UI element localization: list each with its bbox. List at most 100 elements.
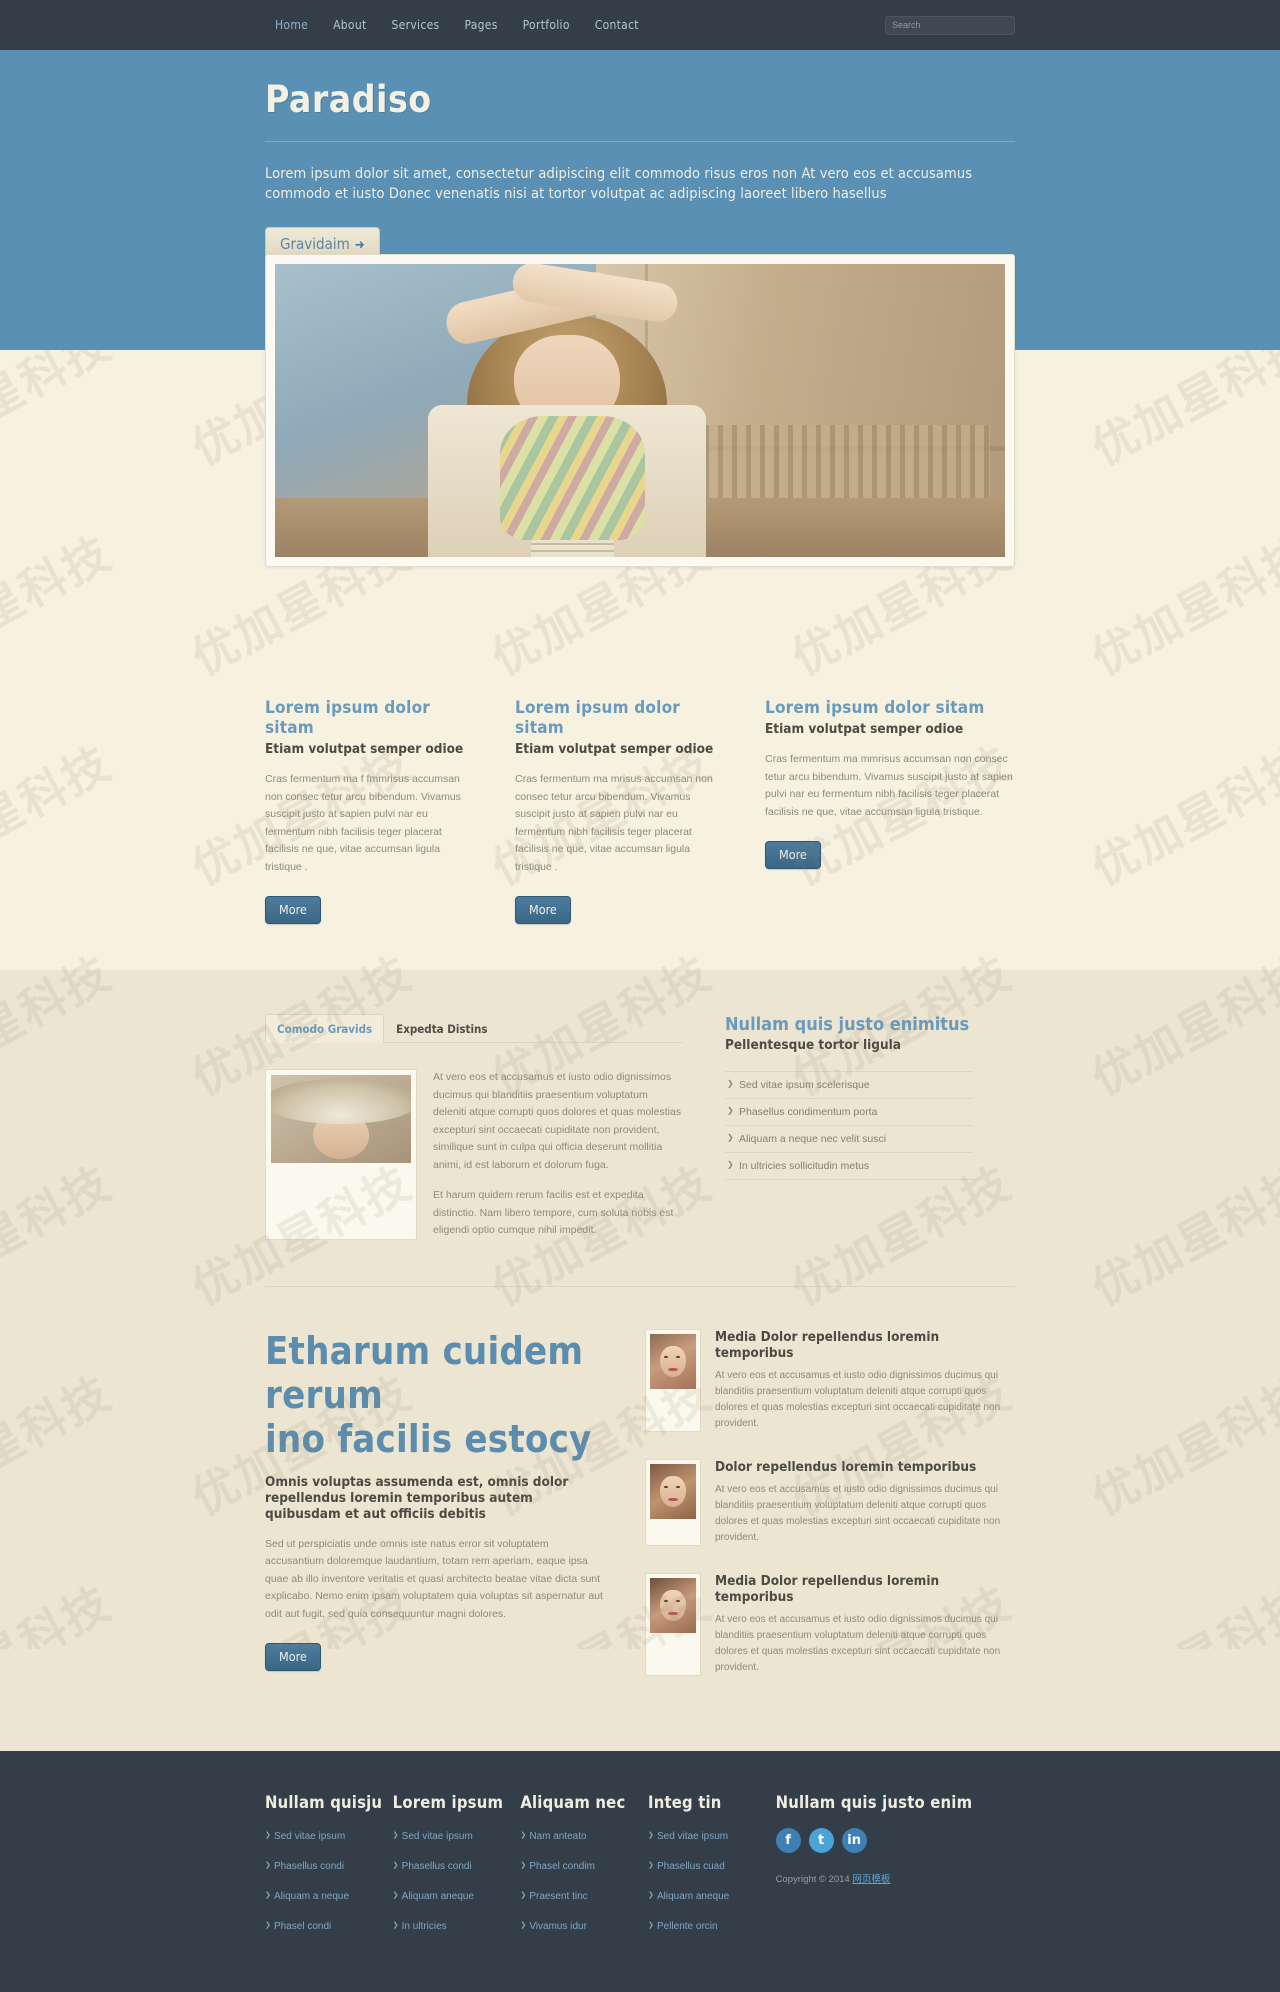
news-title[interactable]: Media Dolor repellendus loremin temporib… — [715, 1329, 1015, 1361]
copyright-link[interactable]: 网页模板 — [852, 1874, 890, 1885]
nav-item-contact[interactable]: Contact — [585, 13, 649, 37]
list-item: In ultricies — [393, 1916, 521, 1934]
tab-comodo-gravids[interactable]: Comodo Gravids — [265, 1014, 385, 1043]
news-thumbnail — [650, 1463, 696, 1519]
news-title[interactable]: Media Dolor repellendus loremin temporib… — [715, 1573, 1015, 1605]
twitter-icon[interactable]: t — [808, 1827, 834, 1853]
footer-link[interactable]: Sed vitae ipsum — [265, 1831, 345, 1842]
footer-link-list: Nam anteato Phasel condim Praesent tinc … — [520, 1826, 648, 1934]
feature-more-button[interactable]: More — [765, 841, 821, 869]
feature-column: Lorem ipsum dolor sitam Etiam volutpat s… — [765, 698, 1015, 924]
list-item: Phasel condim — [520, 1856, 648, 1874]
tab-image-hat — [271, 1078, 411, 1125]
footer-link[interactable]: Sed vitae ipsum — [648, 1831, 728, 1842]
news-panel: Media Dolor repellendus loremin temporib… — [645, 1328, 1015, 1703]
tabs-panel: Comodo Gravids Expedta Distins At vero e… — [265, 1014, 725, 1240]
footer-column-title: Nullam quisju — [265, 1792, 383, 1812]
tab-expedta-distins[interactable]: Expedta Distins — [384, 1014, 499, 1043]
news-text: Media Dolor repellendus loremin temporib… — [715, 1329, 1015, 1432]
sidebar-link[interactable]: Aliquam a neque nec velit susci — [725, 1126, 973, 1152]
news-thumbnail — [650, 1577, 696, 1633]
about-subtitle: Omnis voluptas assumenda est, omnis dolo… — [265, 1473, 569, 1522]
feature-title: Lorem ipsum dolor sitam — [515, 698, 681, 738]
photo-model-scarf — [500, 416, 645, 541]
list-item: Phasel condi — [265, 1916, 393, 1934]
footer-link[interactable]: Phasel condi — [265, 1921, 331, 1932]
feature-column: Lorem ipsum dolor sitam Etiam volutpat s… — [265, 698, 515, 924]
about-panel: Etharum cuidem rerum ino facilis estocy … — [265, 1329, 645, 1703]
feature-title: Lorem ipsum dolor sitam — [265, 698, 431, 738]
footer-link[interactable]: Phasellus condi — [265, 1861, 344, 1872]
top-navigation-bar: Home About Services Pages Portfolio Cont… — [0, 0, 1280, 50]
nav-item-about[interactable]: About — [323, 13, 376, 37]
nav-item-portfolio[interactable]: Portfolio — [513, 13, 580, 37]
footer-link[interactable]: Vivamus idur — [520, 1921, 587, 1932]
footer-social-title: Nullam quis justo enim — [775, 1792, 973, 1812]
site-footer: Nullam quisju Sed vitae ipsum Phasellus … — [0, 1750, 1280, 1992]
sidebar-link[interactable]: Sed vitae ipsum scelerisque — [725, 1072, 973, 1098]
list-item: Phasellus cuad — [648, 1856, 776, 1874]
news-text: Dolor repellendus loremin temporibus At … — [715, 1459, 1015, 1546]
about-more-button[interactable]: More — [265, 1643, 321, 1671]
feature-subtitle: Etiam volutpat semper odioe — [765, 721, 964, 737]
footer-link[interactable]: Aliquam aneque — [648, 1891, 729, 1902]
linkedin-icon[interactable]: in — [841, 1827, 867, 1853]
arrow-right-icon: ➜ — [354, 238, 365, 253]
news-image-frame — [645, 1572, 701, 1676]
footer-link[interactable]: Nam anteato — [520, 1831, 586, 1842]
feature-body: Cras fermentum ma mrisus accumsan non co… — [515, 773, 713, 873]
footer-column: Nullam quisju Sed vitae ipsum Phasellus … — [265, 1793, 393, 1946]
news-face — [660, 1475, 686, 1508]
news-eye-left — [663, 1355, 668, 1359]
nav-item-pages[interactable]: Pages — [454, 13, 507, 37]
news-text: Media Dolor repellendus loremin temporib… — [715, 1573, 1015, 1676]
footer-link[interactable]: Phasel condim — [520, 1861, 595, 1872]
feature-more-button[interactable]: More — [265, 896, 321, 924]
footer-column-title: Aliquam nec — [520, 1792, 626, 1812]
nav-item-home[interactable]: Home — [265, 13, 318, 37]
news-title[interactable]: Dolor repellendus loremin temporibus — [715, 1459, 1015, 1475]
news-face — [660, 1589, 686, 1622]
tab-image-frame — [265, 1069, 417, 1240]
footer-link[interactable]: In ultricies — [393, 1921, 447, 1932]
feature-more-button[interactable]: More — [515, 896, 571, 924]
footer-link[interactable]: Aliquam aneque — [393, 1891, 474, 1902]
tab-image — [271, 1075, 411, 1163]
news-body: At vero eos et accusamus et iusto odio d… — [715, 1483, 1001, 1543]
footer-link[interactable]: Sed vitae ipsum — [393, 1831, 473, 1842]
feature-column: Lorem ipsum dolor sitam Etiam volutpat s… — [515, 698, 765, 924]
about-title: Etharum cuidem rerum ino facilis estocy — [265, 1329, 605, 1461]
tab-content: At vero eos et accusamus et iusto odio d… — [265, 1069, 683, 1240]
tab-bar: Comodo Gravids Expedta Distins — [265, 1014, 683, 1043]
news-item: Media Dolor repellendus loremin temporib… — [645, 1572, 1015, 1676]
search-input[interactable]: Search — [885, 15, 1015, 35]
facebook-icon[interactable]: f — [775, 1827, 801, 1853]
search-placeholder: Search — [892, 20, 921, 30]
list-item: Praesent tinc — [520, 1886, 648, 1904]
list-item: Nam anteato — [520, 1826, 648, 1844]
footer-link[interactable]: Phasellus condi — [393, 1861, 472, 1872]
news-image-frame — [645, 1328, 701, 1432]
list-item: Sed vitae ipsum — [648, 1826, 776, 1844]
news-body: At vero eos et accusamus et iusto odio d… — [715, 1613, 1001, 1673]
news-body: At vero eos et accusamus et iusto odio d… — [715, 1369, 1001, 1429]
news-face — [660, 1345, 686, 1378]
feature-body: Cras fermentum ma f fmmrisus accumsan no… — [265, 773, 461, 873]
tab-paragraph-2: Et harum quidem rerum facilis est et exp… — [433, 1189, 674, 1236]
list-item: Aliquam aneque — [648, 1886, 776, 1904]
footer-link[interactable]: Phasellus cuad — [648, 1861, 725, 1872]
sidebar-link[interactable]: Phasellus condimentum porta — [725, 1099, 973, 1125]
sidebar-link[interactable]: In ultricies sollicitudin metus — [725, 1153, 973, 1179]
footer-link-list: Sed vitae ipsum Phasellus cuad Aliquam a… — [648, 1826, 776, 1934]
nav-item-services[interactable]: Services — [382, 13, 450, 37]
list-item: Aliquam a neque — [265, 1886, 393, 1904]
list-item: Aliquam aneque — [393, 1886, 521, 1904]
copyright-prefix: Copyright © 2014 — [775, 1873, 853, 1885]
footer-link[interactable]: Pellente orcin — [648, 1921, 718, 1932]
feature-body: Cras fermentum ma mmrisus accumsan non c… — [765, 753, 1013, 818]
tab-text-block: At vero eos et accusamus et iusto odio d… — [433, 1069, 683, 1240]
footer-link[interactable]: Praesent tinc — [520, 1891, 587, 1902]
footer-link[interactable]: Aliquam a neque — [265, 1891, 349, 1902]
sidebar-panel: Nullam quis justo enimitus Pellentesque … — [725, 1014, 973, 1240]
hero-cta-label: Gravidaim — [280, 235, 350, 253]
